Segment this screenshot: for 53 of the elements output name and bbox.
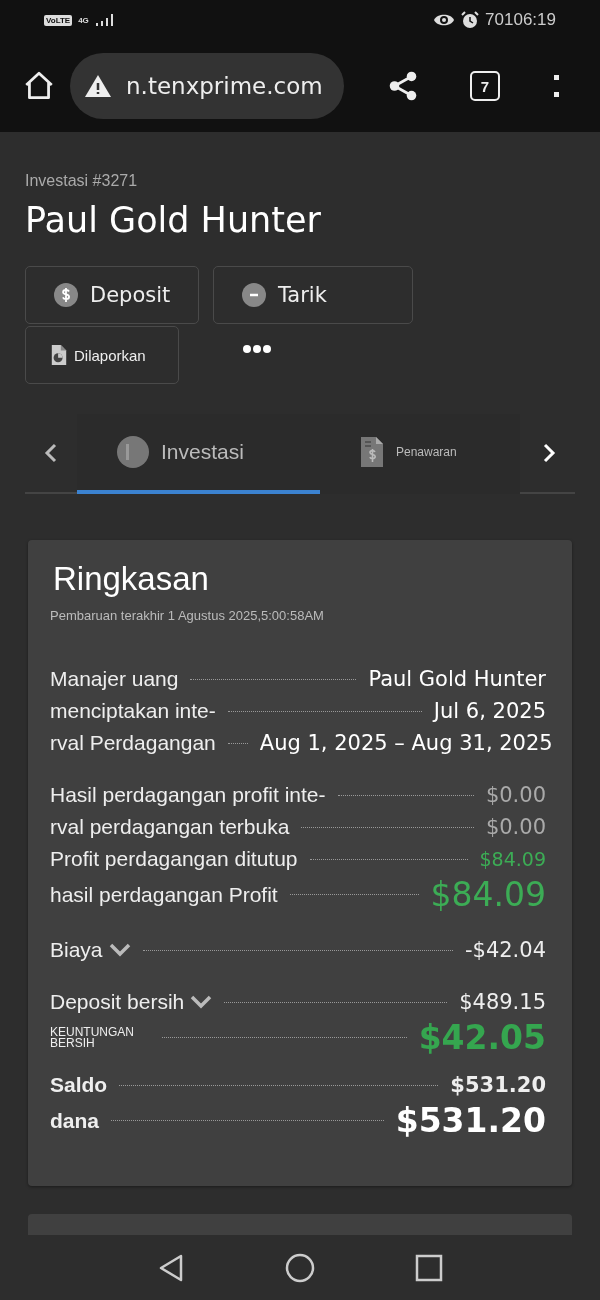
- more-icon: [243, 344, 271, 354]
- summary-value: $0.00: [485, 815, 546, 839]
- summary-value: Jul 6, 2025: [433, 699, 546, 723]
- dollar-icon: [54, 283, 78, 307]
- withdraw-button[interactable]: Tarik: [213, 266, 413, 324]
- summary-value: Aug 1, 2025 – Aug 31, 2025: [259, 731, 553, 755]
- chevron-down-icon[interactable]: [190, 995, 213, 1009]
- last-updated: Pembaruan terakhir 1 Agustus 2025,5:00:58AM: [50, 608, 325, 623]
- summary-value: $0.00: [485, 783, 546, 807]
- warning-icon: [84, 74, 112, 98]
- page-title: Paul Gold Hunter: [25, 200, 322, 240]
- summary-label: hasil perdagangan Profit: [50, 882, 278, 907]
- summary-value: $42.05: [418, 1018, 546, 1057]
- tab-count-button[interactable]: 7: [470, 71, 500, 101]
- eye-icon: [433, 12, 456, 28]
- summary-label: dana: [50, 1108, 99, 1133]
- summary-label: Manajer uang: [50, 667, 179, 691]
- address-bar[interactable]: n.tenxprime.com: [70, 53, 344, 119]
- more-vertical-icon: [554, 73, 560, 99]
- summary-label: Profit perdagangan ditutup: [50, 847, 298, 871]
- summary-value: $84.09: [430, 875, 546, 914]
- summary-value: $489.15: [459, 990, 546, 1014]
- recents-icon: [415, 1253, 443, 1282]
- summary-label: Saldo: [50, 1073, 108, 1097]
- card-title: Ringkasan: [53, 560, 210, 598]
- summary-value: $531.20: [450, 1073, 546, 1097]
- report-icon: [50, 343, 68, 367]
- chevron-down-icon[interactable]: [108, 943, 131, 957]
- volte-indicator: VoLTE: [44, 14, 73, 26]
- chevron-right-icon: [542, 443, 556, 463]
- summary-label: rval Perdagangan: [50, 731, 216, 755]
- summary-value: $531.20: [395, 1101, 546, 1140]
- summary-label: Hasil perdagangan profit inte-: [50, 783, 326, 807]
- network-type: 4G: [78, 15, 89, 25]
- home-circle-icon: [285, 1252, 315, 1283]
- summary-label: Deposit bersih: [50, 990, 185, 1014]
- chevron-left-icon: [44, 443, 58, 463]
- invoice-icon: [360, 436, 384, 468]
- summary-value: Paul Gold Hunter: [368, 667, 546, 691]
- summary-label: rval perdagangan terbuka: [50, 815, 290, 839]
- minus-icon: [242, 283, 266, 307]
- alarm-icon: [461, 11, 480, 29]
- deposit-button[interactable]: Deposit: [25, 266, 199, 324]
- summary-label: Biaya: [50, 938, 103, 962]
- summary-value: -$42.04: [464, 938, 546, 962]
- summary-value: $84.09: [479, 848, 546, 870]
- back-icon: [157, 1252, 185, 1283]
- breadcrumb: Investasi #3271: [25, 172, 139, 190]
- summary-label: menciptakan inte-: [50, 699, 216, 723]
- summary-label: KEUNTUNGAN BERSIH: [50, 1026, 135, 1049]
- signal-icon: [94, 13, 115, 27]
- report-button[interactable]: Dilaporkan: [25, 326, 179, 384]
- status-time: 70106:19: [485, 10, 556, 30]
